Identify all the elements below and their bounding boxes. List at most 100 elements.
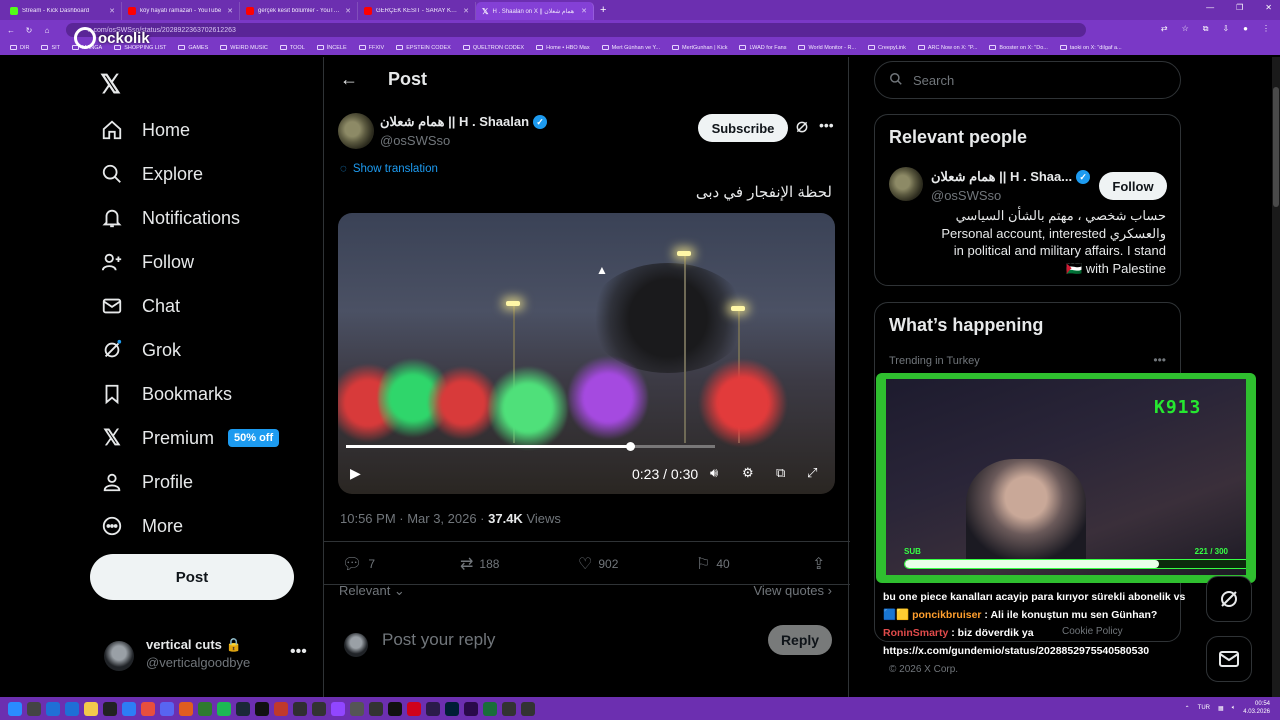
app-icon[interactable] <box>103 701 117 716</box>
cookie-policy-link[interactable]: Cookie Policy <box>1062 626 1123 637</box>
explorer-folder-icon[interactable] <box>84 701 98 716</box>
app-icon[interactable] <box>331 701 345 716</box>
spotify-icon[interactable] <box>217 701 231 716</box>
browser-tab-active[interactable]: 𝕏H . Shaalan on X || همام شعلان ✕ <box>476 2 594 20</box>
nav-explore[interactable]: Explore <box>100 156 203 192</box>
nav-premium[interactable]: 𝕏 Premium 50% off <box>100 420 280 456</box>
like-action[interactable]: ♡ 902 <box>578 554 618 574</box>
taskview-icon[interactable] <box>27 701 41 716</box>
close-window-icon[interactable]: ✕ <box>1265 3 1272 12</box>
bookmark-item[interactable]: SIT <box>35 45 66 51</box>
app-icon[interactable] <box>350 701 364 716</box>
bookmark-item[interactable]: taoki on X: "dilgaf a... <box>1054 45 1128 51</box>
nav-chat[interactable]: Chat <box>100 288 180 324</box>
bookmark-item[interactable]: World Monitor - R... <box>792 45 862 51</box>
bookmark-item[interactable]: CreepyLink <box>862 45 912 51</box>
more-horizontal-icon[interactable]: ••• <box>290 643 307 661</box>
more-horizontal-icon[interactable]: ••• <box>1153 353 1166 367</box>
bookmark-item[interactable]: EPSTEIN CODEX <box>390 45 457 51</box>
home-nav-icon[interactable]: ⌂ <box>42 26 52 35</box>
subscribe-button[interactable]: Subscribe <box>698 114 788 142</box>
show-translation-link[interactable]: ◌ Show translation <box>340 163 438 175</box>
follow-button[interactable]: Follow <box>1099 172 1167 200</box>
bookmark-item[interactable]: QUELTRON CODEX <box>457 45 530 51</box>
downloads-icon[interactable]: ⇩ <box>1222 24 1229 34</box>
app-icon[interactable] <box>65 701 79 716</box>
bookmark-item[interactable]: GAMES <box>172 45 214 51</box>
x-logo-icon[interactable]: 𝕏 <box>100 69 121 100</box>
translate-icon[interactable]: ⇄ <box>1161 24 1168 34</box>
nav-follow[interactable]: Follow <box>100 244 194 280</box>
author-avatar[interactable] <box>338 113 374 149</box>
nav-grok[interactable]: Grok <box>100 332 181 368</box>
bookmark-item[interactable]: DIR <box>4 45 35 51</box>
app-icon[interactable] <box>388 701 402 716</box>
xbox-icon[interactable] <box>198 701 212 716</box>
close-tab-icon[interactable]: ✕ <box>581 7 587 15</box>
person-name-row[interactable]: همام شعلان || H . Shaa... ✓ <box>931 169 1091 185</box>
video-player[interactable]: ▲ ▶ 0:23 / 0:30 🔊︎ ⚙ ⧉ ⤢ <box>338 213 835 494</box>
steam-icon[interactable] <box>236 701 250 716</box>
video-progress-bar[interactable] <box>346 442 715 451</box>
nav-profile[interactable]: Profile <box>100 464 193 500</box>
browser-tab[interactable]: Stream - Kick Dashboard ✕ <box>4 2 122 20</box>
messages-fab-button[interactable] <box>1206 636 1252 682</box>
nav-home[interactable]: Home <box>100 112 190 148</box>
account-switcher[interactable]: vertical cuts 🔒 @verticalgoodbye ••• <box>104 633 314 677</box>
bookmark-item[interactable]: FFXIV <box>353 45 391 51</box>
browser-tab[interactable]: köy hayatı ramazan - YouTube ✕ <box>122 2 240 20</box>
app-icon[interactable] <box>483 701 497 716</box>
reply-button[interactable]: Reply <box>768 625 832 655</box>
grok-icon[interactable] <box>794 119 810 140</box>
fullscreen-icon[interactable]: ⤢ <box>807 465 817 481</box>
start-windows-icon[interactable] <box>8 701 22 716</box>
obs-icon[interactable] <box>293 701 307 716</box>
back-arrow-icon[interactable]: ← <box>340 69 358 90</box>
reply-action[interactable]: 💬︎ 7 <box>342 554 375 574</box>
nav-more[interactable]: More <box>100 508 183 544</box>
app-icon[interactable] <box>179 701 193 716</box>
extensions-icon[interactable]: ⧉ <box>1203 24 1209 34</box>
picture-in-picture-icon[interactable]: ⧉ <box>776 465 785 481</box>
profile-avatar-icon[interactable]: ● <box>1243 24 1248 34</box>
app-icon[interactable] <box>255 701 269 716</box>
reply-sort-dropdown[interactable]: Relevant ⌄ <box>339 583 405 599</box>
author-name-row[interactable]: همام شعلان || H . Shaalan ✓ <box>380 114 548 130</box>
view-quotes-link[interactable]: View quotes › <box>753 583 832 598</box>
nav-bookmarks[interactable]: Bookmarks <box>100 376 232 412</box>
reply-input[interactable]: Post your reply <box>382 630 495 650</box>
bookmark-item[interactable]: İNCELE <box>311 45 353 51</box>
bookmark-item[interactable]: Home • HBO Max <box>530 45 596 51</box>
search-input[interactable]: Search <box>874 61 1181 99</box>
reload-icon[interactable]: ↻ <box>24 26 34 35</box>
edge-icon[interactable] <box>122 701 136 716</box>
input-language[interactable]: TUR <box>1198 705 1210 711</box>
photoshop-icon[interactable] <box>445 701 459 716</box>
clock[interactable]: 00:54 4.03.2026 <box>1243 700 1270 716</box>
author-handle[interactable]: @osSWSso <box>380 133 450 148</box>
close-tab-icon[interactable]: ✕ <box>227 7 233 15</box>
bookmark-item[interactable]: ARC Now on X: "P... <box>912 45 984 51</box>
app-icon[interactable] <box>407 701 421 716</box>
settings-gear-icon[interactable]: ⚙ <box>742 465 754 481</box>
url-field[interactable]: x.com/osSWSso/status/2028922363702612263 <box>66 23 1086 37</box>
bookmark-item[interactable]: Mert Günhan ve Y... <box>596 45 666 51</box>
video-scrub-handle[interactable] <box>626 442 636 451</box>
close-tab-icon[interactable]: ✕ <box>109 7 115 15</box>
bookmark-item[interactable]: Booster on X: "Do... <box>983 45 1053 51</box>
premiere-icon[interactable] <box>464 701 478 716</box>
grok-fab-button[interactable] <box>1206 576 1252 622</box>
app-icon[interactable] <box>521 701 535 716</box>
browser-tab[interactable]: GERÇEK KESİT - SARAY KAFETERYA✕ <box>358 2 476 20</box>
after-effects-icon[interactable] <box>426 701 440 716</box>
network-icon[interactable]: ▦ <box>1218 705 1224 712</box>
scrollbar-thumb[interactable] <box>1273 87 1279 207</box>
close-tab-icon[interactable]: ✕ <box>345 7 351 15</box>
share-action[interactable]: ⇪ <box>812 554 825 574</box>
app-icon[interactable] <box>502 701 516 716</box>
restore-icon[interactable]: ❐ <box>1236 3 1243 12</box>
bookmark-item[interactable]: LWAD for Fans <box>733 45 792 51</box>
browser-tab[interactable]: gerçek kesit bölümler - YouTube ✕ <box>240 2 358 20</box>
star-icon[interactable]: ☆ <box>1182 24 1189 34</box>
back-nav-icon[interactable]: ← <box>6 26 16 35</box>
